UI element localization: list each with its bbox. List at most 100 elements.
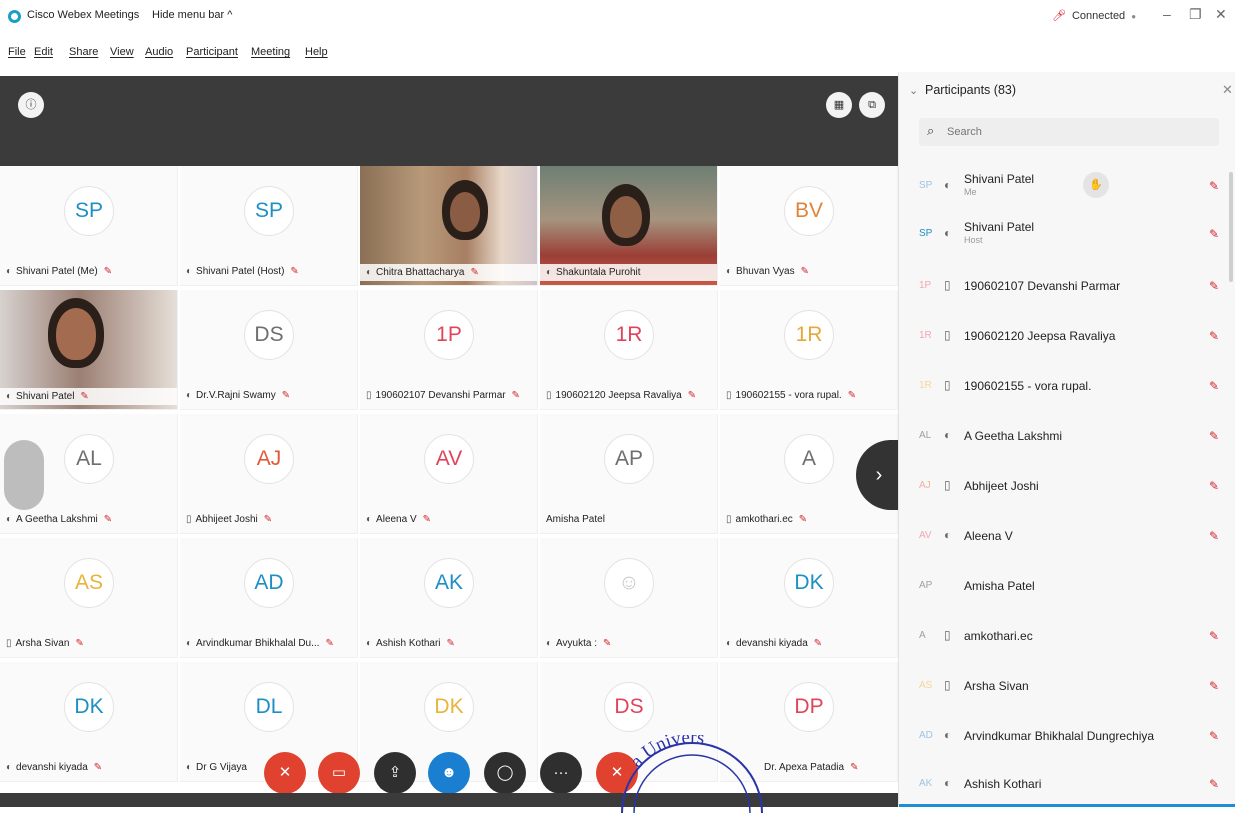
grid-layout-icon[interactable]: ▦ [826,92,852,118]
video-tile[interactable]: ☺ ◐ Avyukta : ✎ [540,538,718,658]
mic-muted-icon[interactable]: ✎ [1209,279,1219,293]
video-tile[interactable]: AD ◐ Arvindkumar Bhikhalal Du... ✎ [180,538,358,658]
tile-name: ◐ devanshi kiyada ✎ [726,638,823,649]
tile-name: ▯ 190602120 Jeepsa Ravaliya ✎ [546,390,697,401]
minimize-icon[interactable]: – [1163,6,1171,22]
participant-row[interactable]: SP ◐ Shivani Patel Me ✋ ✎ [899,162,1235,210]
menu-share[interactable]: Share [69,46,98,58]
video-tile[interactable]: SP ◐ Shivani Patel (Host) ✎ [180,166,358,286]
collapse-chevron-icon[interactable]: ⌄ [909,84,918,97]
headset-icon: ◐ [6,391,13,402]
menu-view[interactable]: View [110,46,134,58]
restore-icon[interactable]: ❐ [1189,6,1202,23]
avatar: DL [244,682,294,732]
video-tile[interactable]: DK ◐ devanshi kiyada ✎ [0,662,178,782]
participants-button[interactable]: ☻ [428,752,470,794]
mic-muted-icon[interactable]: ✎ [1209,777,1219,791]
previous-page-button[interactable] [4,440,44,510]
headset-icon: ◐ [6,762,13,773]
avatar: AL [64,434,114,484]
participants-icon: ☻ [441,764,457,781]
participant-row[interactable]: 1R ▯ 190602120 Jeepsa Ravaliya ✎ [899,312,1235,360]
phone-icon: ▯ [186,514,192,525]
menu-audio[interactable]: Audio [145,46,173,58]
video-tile[interactable]: DK ◐ devanshi kiyada ✎ [720,538,898,658]
participant-row[interactable]: AP Amisha Patel [899,562,1235,610]
mic-muted-icon[interactable]: ✎ [1209,529,1219,543]
participant-row[interactable]: AD ◐ Arvindkumar Bhikhalal Dungrechiya ✎ [899,712,1235,760]
video-tile[interactable]: 1P ▯ 190602107 Devanshi Parmar ✎ [360,290,538,410]
close-panel-icon[interactable]: ✕ [1222,82,1233,98]
menu-file[interactable]: File [8,46,26,58]
default-user-icon: ☺ [604,558,654,608]
avatar: SP [919,228,933,239]
video-tile[interactable]: AJ ▯ Abhijeet Joshi ✎ [180,414,358,534]
avatar: AD [244,558,294,608]
chat-icon: ◯ [496,764,514,781]
mic-muted-icon: ✎ [93,762,103,773]
participant-row[interactable]: AV ◐ Aleena V ✎ [899,512,1235,560]
video-tile[interactable]: AS ▯ Arsha Sivan ✎ [0,538,178,658]
mic-muted-icon[interactable]: ✎ [1209,227,1219,241]
participants-panel: ⌄ Participants (83) ✕ ⌕ SP ◐ Shivani Pat… [898,72,1235,807]
participant-row[interactable]: A ▯ amkothari.ec ✎ [899,612,1235,660]
video-tile[interactable]: 1R ▯ 190602120 Jeepsa Ravaliya ✎ [540,290,718,410]
participant-row[interactable]: AJ ▯ Abhijeet Joshi ✎ [899,462,1235,510]
raise-hand-icon[interactable]: ✋ [1083,172,1109,198]
video-tile[interactable]: ◐ Shivani Patel ✎ [0,290,178,410]
tile-name: ▯ 190602107 Devanshi Parmar ✎ [366,390,520,401]
pop-out-icon[interactable]: ⧉ [859,92,885,118]
mic-muted-icon[interactable]: ✎ [1209,429,1219,443]
mic-muted-icon: ✎ [422,514,432,525]
connection-status[interactable]: 🎤︎ Connected ● [1052,9,1136,22]
chat-button[interactable]: ◯ [484,752,526,794]
menu-meeting[interactable]: Meeting [251,46,290,58]
tile-name: ◐ Chitra Bhattacharya ✎ [360,264,537,281]
video-tile[interactable]: AK ◐ Ashish Kothari ✎ [360,538,538,658]
avatar: 1R [784,310,834,360]
hide-menu-bar-button[interactable]: Hide menu bar ^ [152,9,232,21]
avatar: SP [64,186,114,236]
participant-row[interactable]: AL ◐ A Geetha Lakshmi ✎ [899,412,1235,460]
video-tile[interactable]: DS ◐ Dr.V.Rajni Swamy ✎ [180,290,358,410]
mic-muted-icon[interactable]: ✎ [1209,329,1219,343]
mute-button[interactable]: ✕ [264,752,306,794]
avatar: 1P [424,310,474,360]
mic-muted-icon[interactable]: ✎ [1209,729,1219,743]
search-input[interactable] [947,122,1207,142]
video-button[interactable]: ▭ [318,752,360,794]
participant-row[interactable]: 1P ▯ 190602107 Devanshi Parmar ✎ [899,262,1235,310]
video-tile[interactable]: BV ◐ Bhuvan Vyas ✎ [720,166,898,286]
participant-row[interactable]: AK ◐ Ashish Kothari ✎ [899,760,1235,808]
share-button[interactable]: ⇪ [374,752,416,794]
tile-name: ◐ Bhuvan Vyas ✎ [726,266,809,277]
menu-participant[interactable]: Participant [186,46,238,58]
mic-muted-icon[interactable]: ✎ [1209,179,1219,193]
mic-muted-icon[interactable]: ✎ [1209,479,1219,493]
meeting-info-icon[interactable]: ⓘ [18,92,44,118]
mic-muted-icon[interactable]: ✎ [1209,679,1219,693]
stage-header: ⓘ ▦ ⧉ [0,76,898,166]
participant-row[interactable]: AS ▯ Arsha Sivan ✎ [899,662,1235,710]
avatar: 1R [604,310,654,360]
avatar: 1P [919,280,932,291]
participant-row[interactable]: 1R ▯ 190602155 - vora rupal. ✎ [899,362,1235,410]
headset-icon: ◐ [944,776,952,790]
avatar: AJ [919,480,931,491]
mic-muted-icon[interactable]: ✎ [1209,379,1219,393]
video-tile[interactable]: SP ◐ Shivani Patel (Me) ✎ [0,166,178,286]
video-tile[interactable]: AP Amisha Patel [540,414,718,534]
close-window-icon[interactable]: ✕ [1215,6,1227,23]
video-tile[interactable]: 1R ▯ 190602155 - vora rupal. ✎ [720,290,898,410]
mic-muted-icon[interactable]: ✎ [1209,629,1219,643]
headset-icon: ◐ [6,514,13,525]
menu-edit[interactable]: Edit [34,46,53,58]
participant-search[interactable]: ⌕ [919,118,1219,146]
video-tile[interactable]: ◐ Shakuntala Purohit [540,166,718,286]
more-options-button[interactable]: ··· [540,752,582,794]
video-tile[interactable]: ◐ Chitra Bhattacharya ✎ [360,166,538,286]
participant-row[interactable]: SP ◐ Shivani Patel Host ✎ [899,210,1235,258]
tile-name: ◐ Ashish Kothari ✎ [366,638,455,649]
video-tile[interactable]: AV ◐ Aleena V ✎ [360,414,538,534]
menu-help[interactable]: Help [305,46,328,58]
